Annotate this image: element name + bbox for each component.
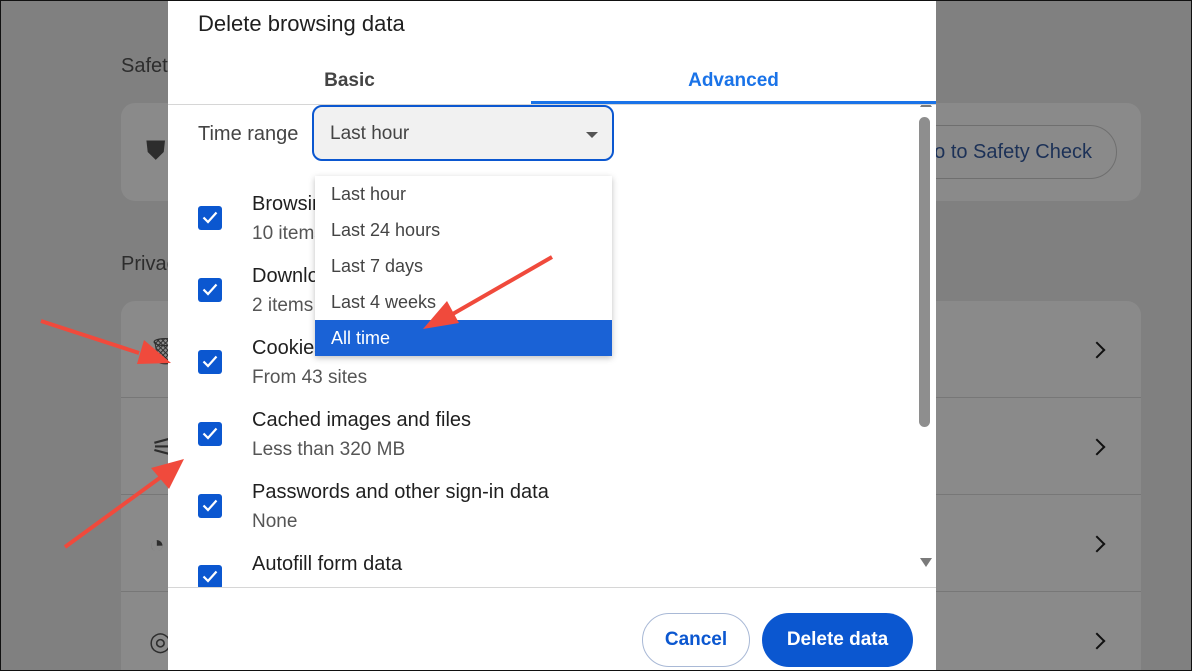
- annotation-arrow-to-all-time: [423, 255, 553, 329]
- annotation-arrows: [40, 255, 553, 549]
- screenshot-frame: Safety check ⛊ Go to Safety Check Privac…: [0, 0, 1192, 671]
- annotation-arrow-to-cookies: [40, 319, 171, 364]
- annotation-arrow-to-cache: [63, 459, 184, 549]
